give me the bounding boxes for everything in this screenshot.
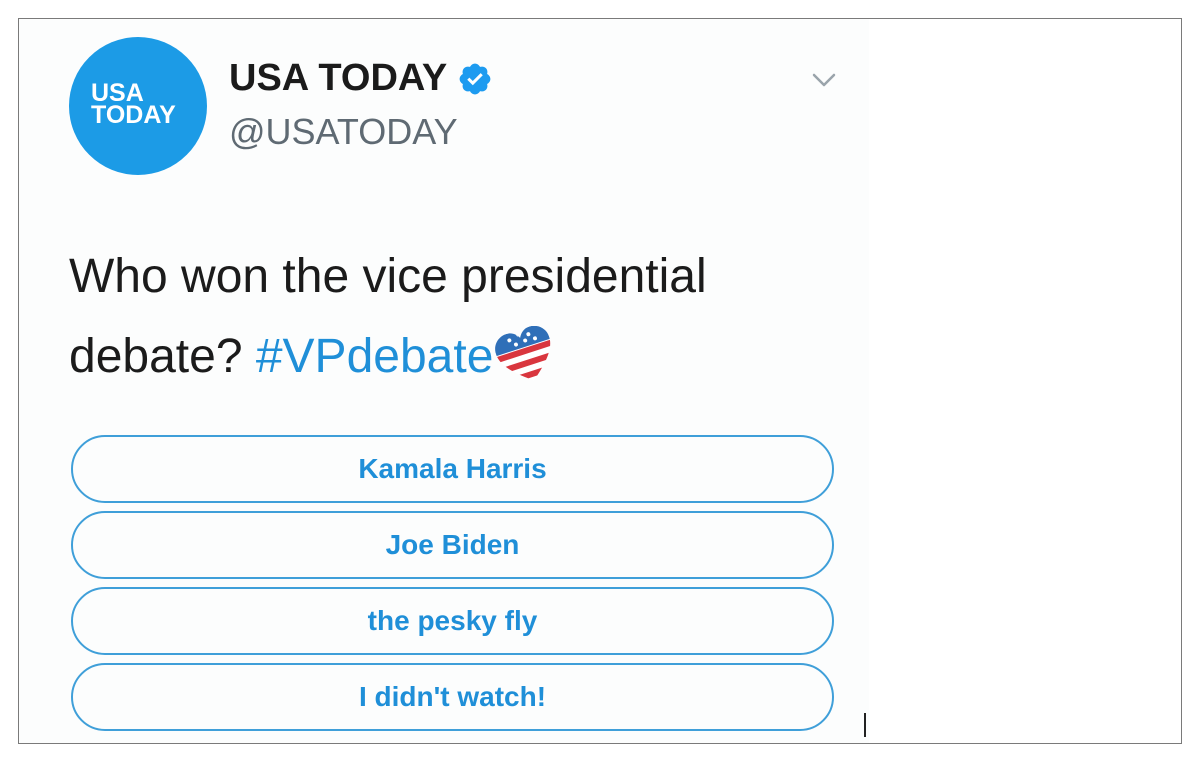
poll-option-pesky-fly[interactable]: the pesky fly bbox=[71, 587, 834, 655]
verified-badge-icon bbox=[459, 63, 491, 94]
screenshot-frame: USA TODAY USA TODAY @USATODAY Who won th… bbox=[18, 18, 1182, 744]
tweet-text: Who won the vice presidential debate? #V… bbox=[69, 237, 829, 397]
user-handle[interactable]: @USATODAY bbox=[229, 111, 458, 153]
display-name-text: USA TODAY bbox=[229, 57, 448, 99]
tweet-card: USA TODAY USA TODAY @USATODAY Who won th… bbox=[19, 19, 869, 743]
avatar[interactable]: USA TODAY bbox=[69, 37, 207, 175]
chevron-down-icon[interactable] bbox=[811, 71, 837, 89]
american-flag-heart-icon bbox=[495, 326, 558, 384]
hashtag-link[interactable]: #VPdebate bbox=[256, 330, 494, 383]
avatar-text-line2: TODAY bbox=[91, 101, 176, 129]
poll-option-didnt-watch[interactable]: I didn't watch! bbox=[71, 663, 834, 731]
poll-option-joe-biden[interactable]: Joe Biden bbox=[71, 511, 834, 579]
text-cursor bbox=[864, 713, 866, 737]
poll-option-kamala-harris[interactable]: Kamala Harris bbox=[71, 435, 834, 503]
display-name[interactable]: USA TODAY bbox=[229, 57, 493, 100]
poll: Kamala Harris Joe Biden the pesky fly I … bbox=[71, 435, 834, 739]
